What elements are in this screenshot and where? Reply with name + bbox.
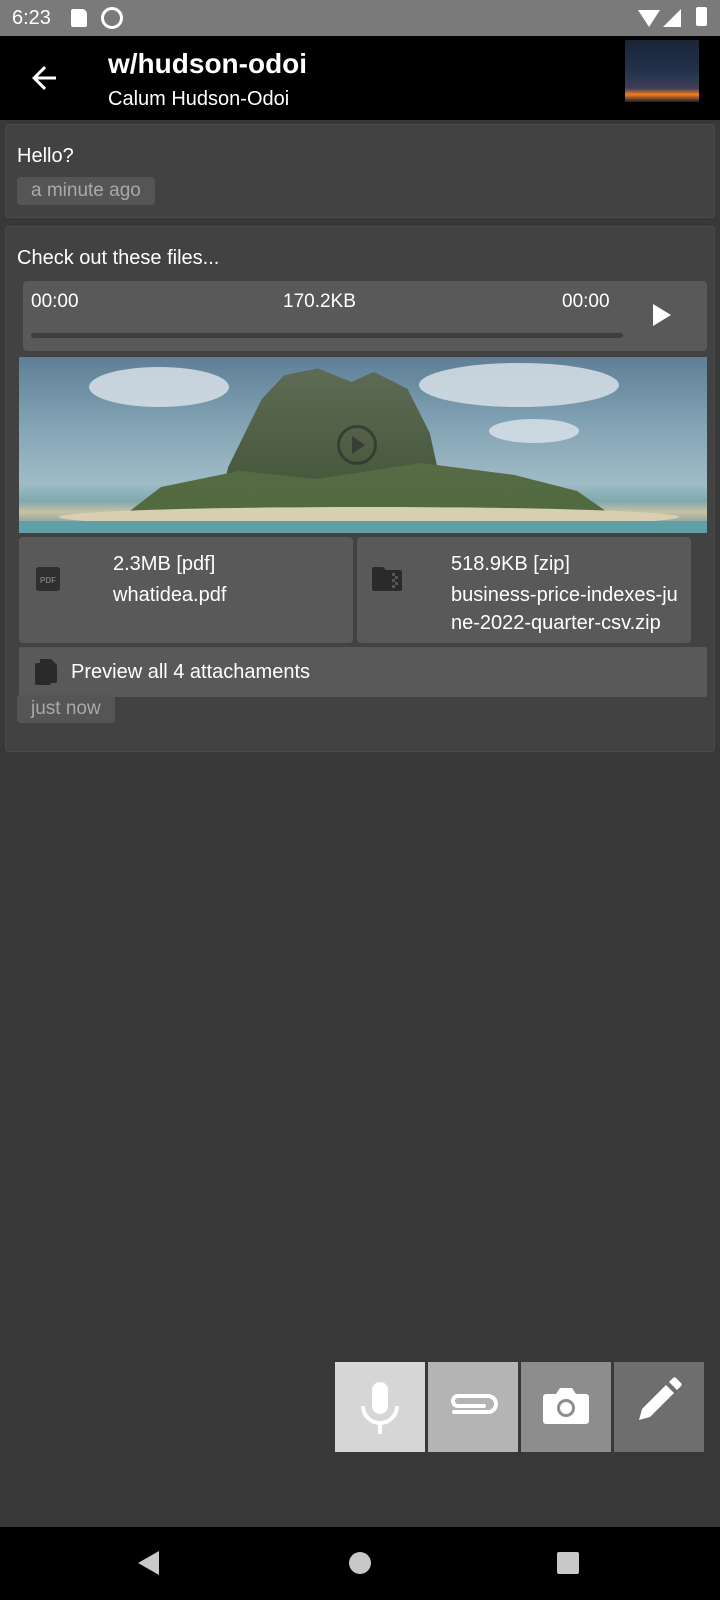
- zip-folder-icon: [372, 567, 402, 591]
- camera-icon: [543, 1388, 589, 1424]
- mic-icon: [361, 1382, 399, 1434]
- play-circle-icon[interactable]: [337, 425, 377, 465]
- sea: [19, 521, 707, 533]
- sd-card-icon: [71, 9, 87, 27]
- page-title: w/hudson-odoi: [108, 48, 308, 79]
- pdf-icon: PDF: [36, 567, 60, 591]
- svg-text:PDF: PDF: [40, 576, 56, 585]
- app-bar: w/hudson-odoi Calum Hudson-Odoi: [0, 36, 720, 120]
- avatar[interactable]: [625, 40, 699, 102]
- play-icon[interactable]: [653, 304, 671, 326]
- nav-recents-icon[interactable]: [557, 1552, 579, 1574]
- preview-all-label: Preview all 4 attachaments: [71, 661, 311, 683]
- message-card[interactable]: Hello? a minute ago: [5, 124, 715, 218]
- file-copy-icon: [35, 659, 57, 685]
- status-bar: 6:23: [0, 0, 720, 36]
- signal-icon: [663, 9, 681, 27]
- cloud: [419, 363, 619, 407]
- cloud: [89, 367, 229, 407]
- message-timestamp: just now: [17, 695, 115, 723]
- battery-icon: [696, 7, 707, 26]
- system-nav-bar: [0, 1527, 720, 1600]
- status-time: 6:23: [12, 7, 51, 29]
- attachment-zip[interactable]: 518.9KB [zip] business-price-indexes-jun…: [357, 537, 691, 643]
- wifi-icon: [638, 10, 660, 27]
- do-not-disturb-icon: [101, 7, 123, 29]
- mic-button[interactable]: [335, 1362, 425, 1452]
- attachment-name: business-price-indexes-june-2022-quarter…: [451, 584, 678, 634]
- attachment-size: 2.3MB [pdf]: [113, 553, 216, 575]
- attachment-name: whatidea.pdf: [113, 584, 227, 606]
- attachment-size: 518.9KB [zip]: [451, 553, 570, 575]
- camera-button[interactable]: [521, 1362, 611, 1452]
- nav-home-icon[interactable]: [349, 1552, 371, 1574]
- edit-icon: [639, 1377, 682, 1420]
- audio-progress-bar[interactable]: [31, 333, 623, 338]
- attach-icon: [451, 1394, 498, 1414]
- audio-duration: 00:00: [562, 291, 610, 312]
- message-timestamp: a minute ago: [17, 177, 155, 205]
- page-subtitle: Calum Hudson-Odoi: [108, 88, 290, 110]
- audio-size: 170.2KB: [283, 291, 356, 312]
- cloud: [489, 419, 579, 443]
- back-arrow-icon[interactable]: [26, 60, 62, 96]
- attachment-pdf[interactable]: PDF 2.3MB [pdf] whatidea.pdf: [19, 537, 353, 643]
- video-thumbnail[interactable]: [19, 357, 707, 533]
- message-card[interactable]: Check out these files... 00:00 170.2KB 0…: [5, 226, 715, 752]
- attach-button[interactable]: [428, 1362, 518, 1452]
- audio-player[interactable]: 00:00 170.2KB 00:00: [23, 281, 707, 351]
- audio-elapsed: 00:00: [31, 291, 79, 312]
- nav-back-icon[interactable]: [138, 1551, 159, 1575]
- message-text: Hello?: [17, 145, 74, 167]
- preview-all-button[interactable]: Preview all 4 attachaments: [19, 647, 707, 697]
- compose-button[interactable]: [614, 1362, 704, 1452]
- message-text: Check out these files...: [17, 247, 220, 269]
